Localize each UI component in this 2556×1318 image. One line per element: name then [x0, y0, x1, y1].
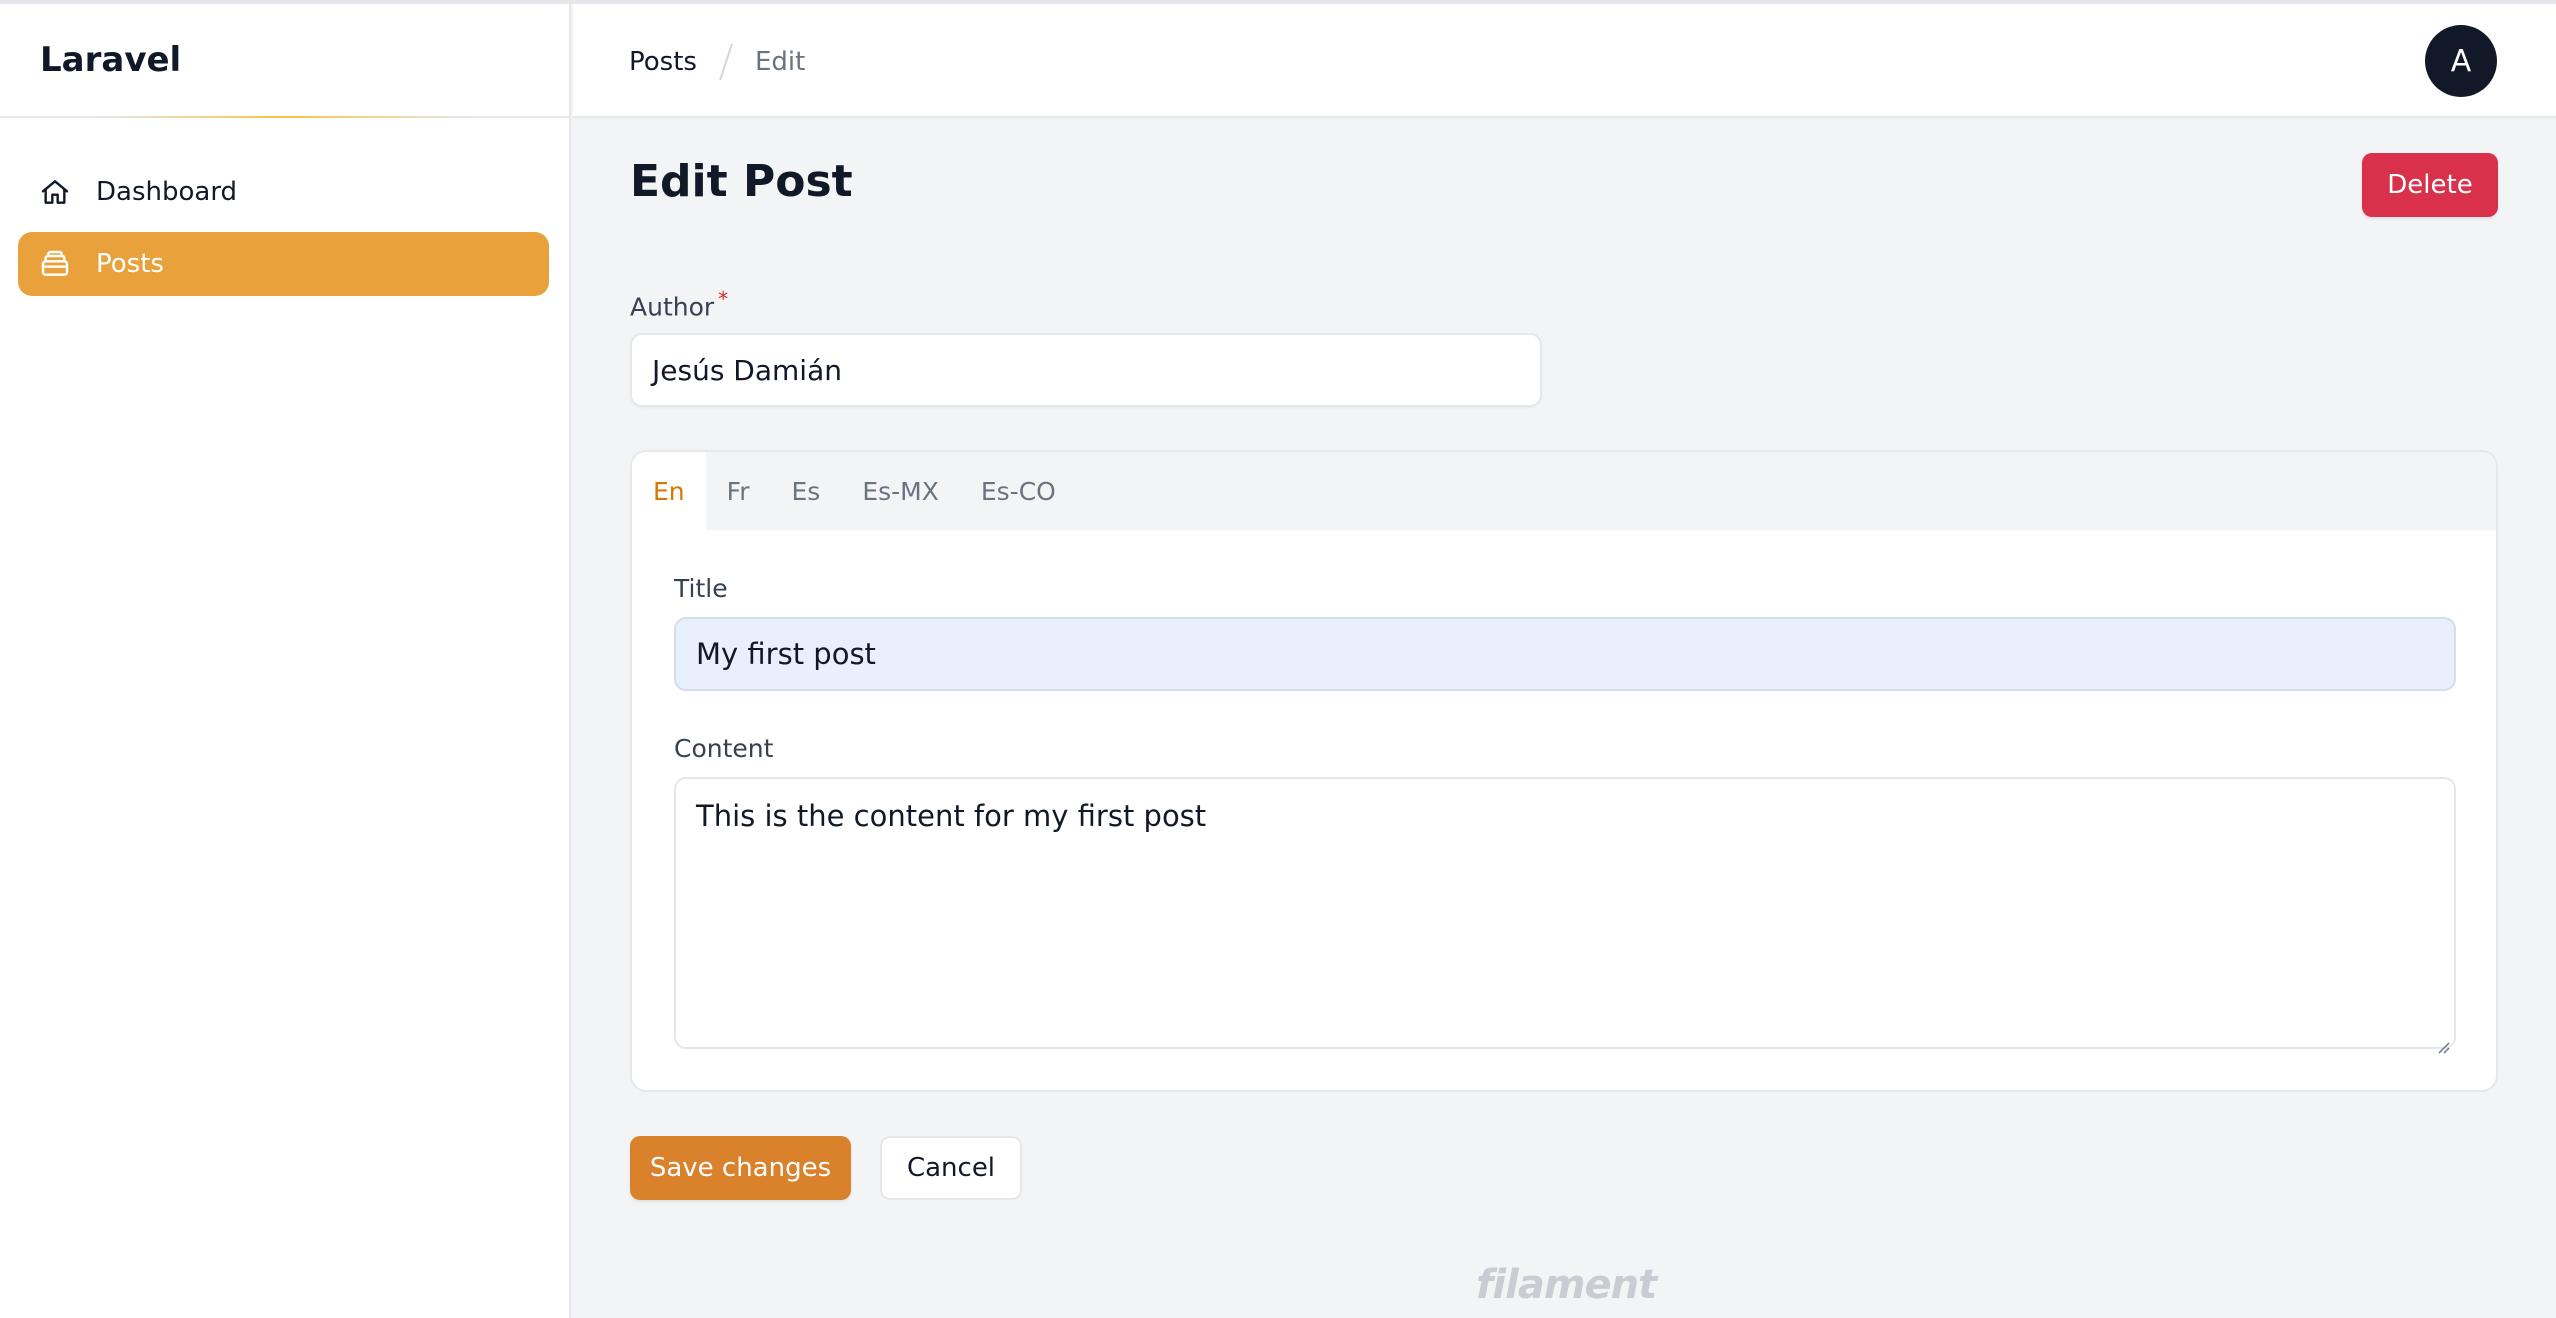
sidebar: Laravel Dashboard Posts: [0, 4, 571, 1318]
tab-es[interactable]: Es: [770, 452, 841, 530]
content-textarea[interactable]: This is the content for my first post: [674, 777, 2456, 1054]
resize-handle-icon[interactable]: [2434, 1027, 2450, 1054]
title-label: Title: [674, 574, 728, 603]
page-title: Edit Post: [630, 156, 853, 207]
breadcrumb-current: Edit: [754, 47, 806, 77]
author-label-text: Author: [630, 292, 715, 322]
user-avatar-button[interactable]: A: [2425, 25, 2497, 97]
sidebar-brand-bar: Laravel: [0, 4, 569, 118]
content-text: This is the content for my first post: [696, 799, 1207, 833]
home-icon: [38, 175, 72, 209]
required-asterisk: *: [718, 287, 729, 311]
title-input[interactable]: My first post: [674, 617, 2456, 691]
delete-button[interactable]: Delete: [2362, 153, 2498, 217]
sidebar-item-label: Dashboard: [96, 177, 238, 207]
tab-es-mx[interactable]: Es-MX: [841, 452, 960, 530]
cancel-button[interactable]: Cancel: [880, 1136, 1022, 1200]
breadcrumb: Posts Edit: [629, 44, 805, 80]
sidebar-item-label: Posts: [96, 249, 164, 279]
content-label: Content: [674, 734, 774, 763]
brand-logo[interactable]: Laravel: [40, 40, 181, 80]
author-select[interactable]: Jesús Damián: [630, 333, 1542, 407]
filament-logo: filament: [1476, 1262, 1657, 1308]
translatable-tabs-card: En Fr Es Es-MX Es-CO Title My first post…: [630, 450, 2498, 1092]
sidebar-item-dashboard[interactable]: Dashboard: [18, 160, 549, 224]
top-header: Posts Edit A: [573, 4, 2556, 118]
tab-en[interactable]: En: [632, 452, 706, 530]
save-changes-button[interactable]: Save changes: [630, 1136, 851, 1200]
sidebar-item-posts[interactable]: Posts: [18, 232, 549, 296]
locale-tab-strip: En Fr Es Es-MX Es-CO: [632, 452, 2496, 530]
breadcrumb-separator: [719, 44, 733, 80]
tab-fr[interactable]: Fr: [706, 452, 771, 530]
author-label: Author *: [630, 287, 728, 321]
archive-box-icon: [38, 247, 72, 281]
tab-es-co[interactable]: Es-CO: [960, 452, 1077, 530]
sidebar-nav: Dashboard Posts: [18, 160, 549, 304]
breadcrumb-posts-link[interactable]: Posts: [629, 47, 697, 77]
